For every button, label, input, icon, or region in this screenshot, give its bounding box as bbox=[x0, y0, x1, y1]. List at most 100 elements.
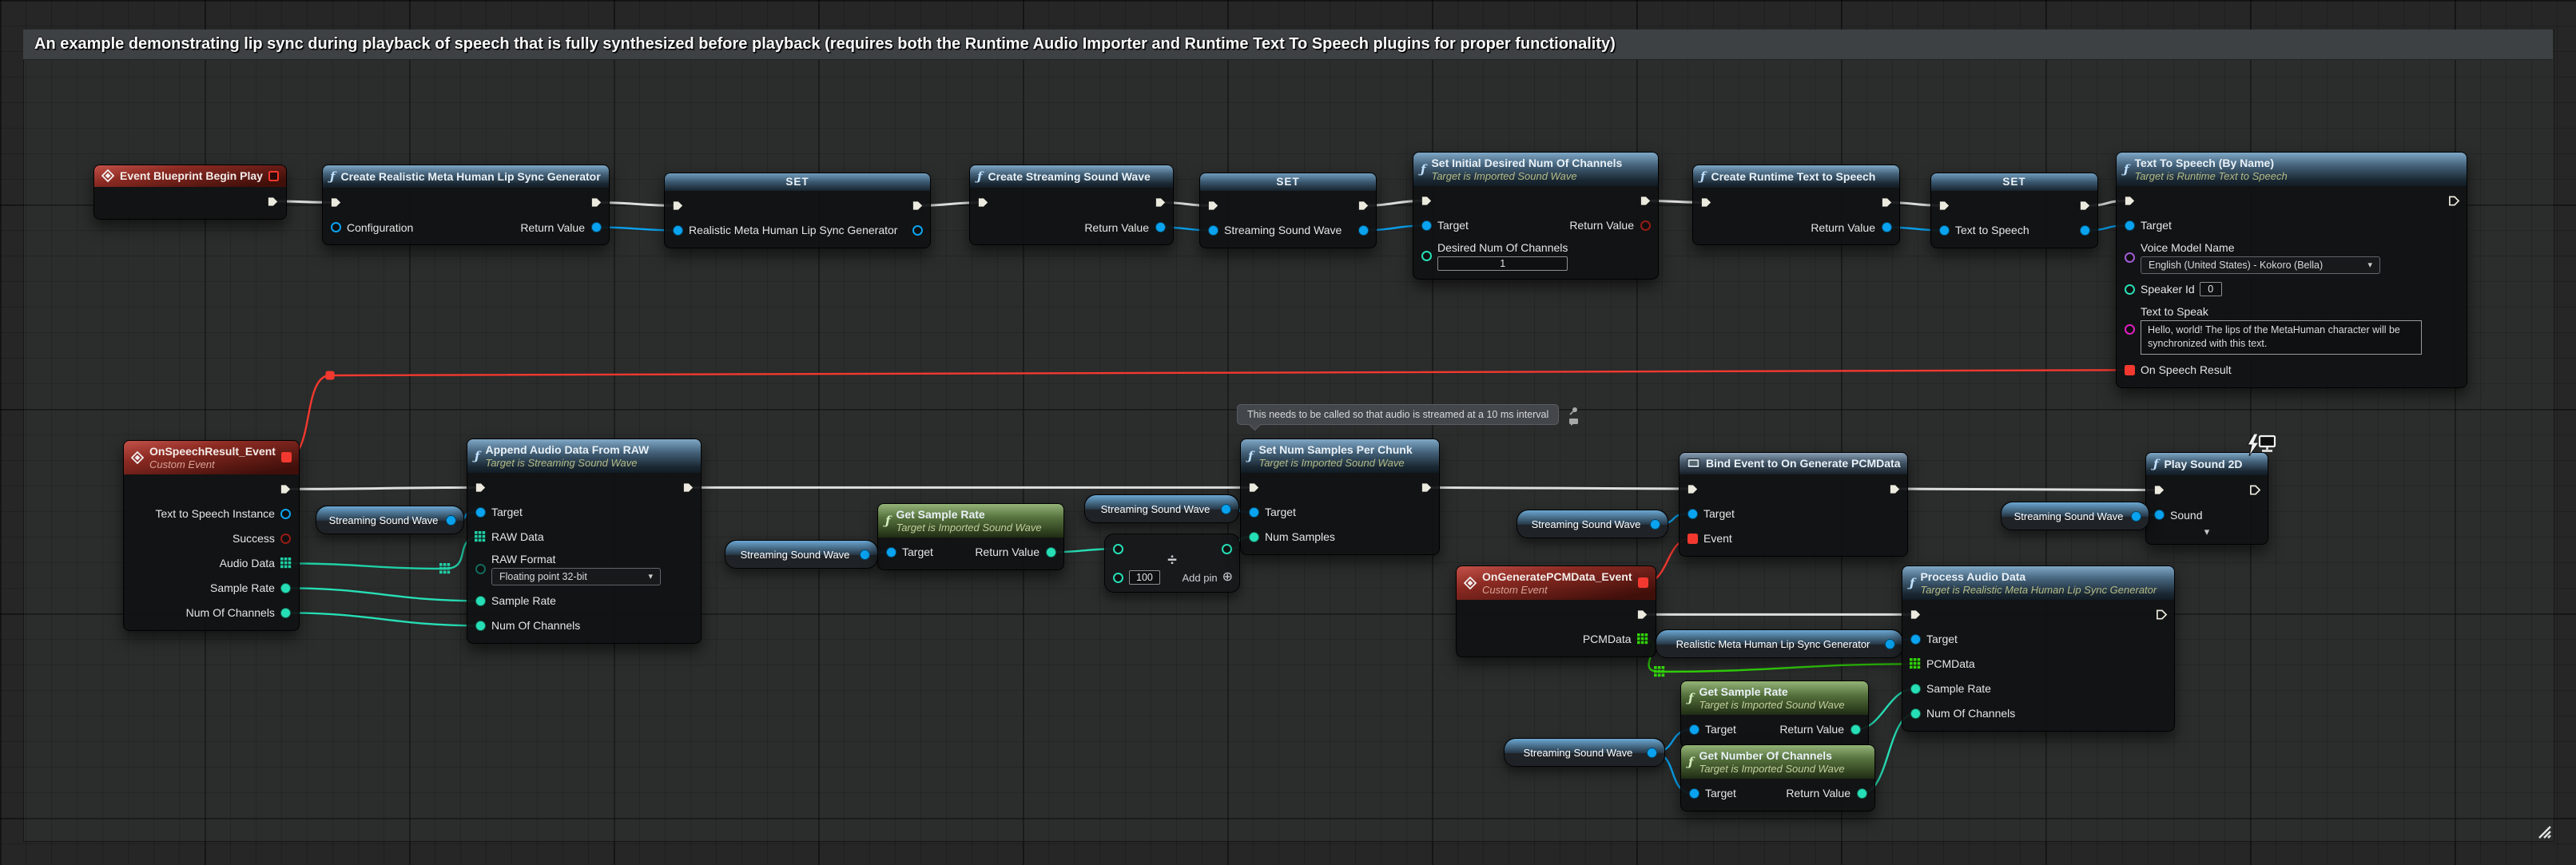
pin-out[interactable] bbox=[1645, 746, 1658, 759]
node-header[interactable]: SET bbox=[1200, 173, 1376, 191]
pin-onspeechresult[interactable] bbox=[2123, 363, 2136, 376]
node-create-streaming[interactable]: ƒCreate Streaming Sound WaveReturn Value bbox=[969, 165, 1174, 245]
pin-pcmdata[interactable] bbox=[1636, 633, 1649, 645]
variable-get-pill-ssw6[interactable]: Streaming Sound Wave bbox=[2001, 502, 2149, 530]
pin-in2[interactable] bbox=[1111, 571, 1124, 584]
node-header[interactable]: ƒText To Speech (By Name)Target is Runti… bbox=[2117, 153, 2467, 186]
pin-target[interactable] bbox=[1247, 506, 1260, 518]
pin-var[interactable] bbox=[1207, 224, 1219, 236]
pin-execin-exec[interactable] bbox=[976, 196, 989, 209]
node-gsr-bot[interactable]: ƒGet Sample RateTarget is Imported Sound… bbox=[1680, 680, 1869, 748]
variable-get-pill-ssw1[interactable]: Streaming Sound Wave bbox=[316, 506, 464, 534]
wire[interactable] bbox=[330, 370, 2129, 375]
expand-node-chevron-icon[interactable]: ▾ bbox=[2146, 525, 2268, 539]
pin-execout-exec[interactable] bbox=[1420, 481, 1433, 494]
pin-out[interactable] bbox=[1883, 637, 1896, 650]
node-header[interactable]: SET bbox=[665, 173, 930, 191]
pin-in1[interactable] bbox=[1111, 542, 1124, 555]
pin-execout-exec[interactable] bbox=[1888, 482, 1901, 495]
delegate-pin[interactable] bbox=[281, 452, 292, 462]
value-input[interactable]: 100 bbox=[1129, 570, 1160, 585]
pin-out[interactable] bbox=[1220, 542, 1233, 555]
pin-execout-exec[interactable] bbox=[2078, 199, 2091, 212]
pin-pcmdata[interactable] bbox=[1909, 657, 1922, 670]
node-process[interactable]: ƒProcess Audio DataTarget is Realistic M… bbox=[1902, 565, 2175, 732]
wire[interactable] bbox=[286, 563, 445, 569]
pin-texttospeak[interactable] bbox=[2123, 323, 2136, 336]
node-header[interactable]: ƒGet Sample RateTarget is Imported Sound… bbox=[1681, 681, 1868, 715]
pin-numchannels[interactable] bbox=[280, 606, 292, 619]
node-header[interactable]: ƒProcess Audio DataTarget is Realistic M… bbox=[1902, 566, 2174, 600]
pin-event[interactable] bbox=[1686, 532, 1699, 545]
node-comment-bubble[interactable]: This needs to be called so that audio is… bbox=[1237, 404, 1559, 425]
reroute-reroute-red[interactable] bbox=[326, 371, 335, 380]
pin-target[interactable] bbox=[1420, 219, 1433, 232]
pin-execout-exec[interactable] bbox=[911, 199, 924, 212]
reroute-reroute-teal[interactable] bbox=[439, 563, 451, 574]
pin-execin-exec[interactable] bbox=[1699, 196, 1712, 209]
node-header[interactable]: Event Blueprint Begin Play bbox=[94, 165, 286, 187]
node-append[interactable]: ƒAppend Audio Data From RAWTarget is Str… bbox=[467, 438, 702, 644]
pin-execin-exec[interactable] bbox=[1420, 194, 1433, 207]
pin-var[interactable] bbox=[671, 224, 684, 236]
pin-rawformat[interactable] bbox=[474, 562, 487, 575]
pin-execin-exec[interactable] bbox=[2153, 484, 2165, 497]
value-input[interactable]: 1 bbox=[1437, 256, 1568, 271]
pin-voice[interactable] bbox=[2123, 251, 2136, 264]
pin-rv[interactable] bbox=[1849, 723, 1862, 736]
dropdown[interactable]: Floating point 32-bit▾ bbox=[491, 568, 661, 585]
node-create-tts[interactable]: ƒCreate Runtime Text to SpeechReturn Val… bbox=[1692, 165, 1900, 245]
pin-execin-exec[interactable] bbox=[671, 199, 684, 212]
pin-ttsinstance[interactable] bbox=[280, 507, 292, 520]
pin-out[interactable] bbox=[1648, 518, 1661, 530]
variable-get-pill-ssw5[interactable]: Streaming Sound Wave bbox=[1504, 738, 1665, 767]
blueprint-canvas[interactable]: An example demonstrating lip sync during… bbox=[0, 0, 2576, 865]
node-header[interactable]: ƒCreate Streaming Sound Wave bbox=[970, 165, 1173, 188]
pin-rv[interactable] bbox=[1880, 221, 1893, 234]
pin-execout-exec[interactable] bbox=[1154, 196, 1167, 209]
node-header[interactable]: ƒCreate Runtime Text to Speech bbox=[1693, 165, 1899, 188]
pin-execout-exec[interactable] bbox=[2155, 608, 2168, 621]
pin-target[interactable] bbox=[2123, 219, 2136, 232]
pin-target[interactable] bbox=[885, 546, 897, 558]
node-header[interactable]: ƒGet Number Of ChannelsTarget is Importe… bbox=[1681, 745, 1874, 779]
pin-execout-exec[interactable] bbox=[682, 481, 694, 494]
wire[interactable] bbox=[286, 487, 480, 489]
variable-get-pill-ssw3[interactable]: Streaming Sound Wave bbox=[1084, 494, 1239, 523]
pin-exec-exec[interactable] bbox=[1636, 608, 1649, 621]
node-gsr-mid[interactable]: ƒGet Sample RateTarget is Imported Sound… bbox=[877, 503, 1064, 570]
node-header[interactable]: Bind Event to On Generate PCMData bbox=[1680, 453, 1907, 474]
add-pin-icon[interactable]: ⊕ bbox=[1222, 571, 1233, 584]
pin-out[interactable] bbox=[1219, 502, 1232, 515]
pin-rawdata[interactable] bbox=[474, 530, 487, 543]
pin-execin-exec[interactable] bbox=[474, 481, 487, 494]
pin-exec-exec[interactable] bbox=[280, 482, 292, 495]
node-header[interactable]: SET bbox=[1931, 173, 2097, 191]
node-set3[interactable]: SETText to Speech bbox=[1930, 173, 2098, 248]
variable-get-pill-rmh[interactable]: Realistic Meta Human Lip Sync Generator bbox=[1656, 629, 1903, 658]
pin-out[interactable] bbox=[858, 548, 871, 561]
wire[interactable] bbox=[286, 613, 480, 625]
node-set-initial[interactable]: ƒSet Initial Desired Num Of ChannelsTarg… bbox=[1413, 152, 1659, 280]
node-onspeech[interactable]: OnSpeechResult_EventCustom EventText to … bbox=[123, 440, 300, 631]
text-input[interactable]: Hello, world! The lips of the MetaHuman … bbox=[2141, 320, 2422, 355]
dropdown[interactable]: English (United States) - Kokoro (Bella)… bbox=[2141, 256, 2380, 274]
wire[interactable] bbox=[1426, 487, 1692, 489]
delegate-pin[interactable] bbox=[1638, 577, 1648, 588]
node-ongen[interactable]: OnGeneratePCMData_EventCustom EventPCMDa… bbox=[1456, 565, 1656, 657]
pin-bubble-icon[interactable] bbox=[1568, 406, 1579, 416]
pin-target[interactable] bbox=[1686, 507, 1699, 520]
pin-samplerate[interactable] bbox=[280, 581, 292, 594]
pin-out[interactable] bbox=[444, 514, 457, 526]
comment-bubble-icon[interactable] bbox=[1568, 418, 1579, 427]
pin-var[interactable] bbox=[1938, 224, 1950, 236]
node-beginplay[interactable]: Event Blueprint Begin Play bbox=[93, 165, 287, 220]
pin-execin-exec[interactable] bbox=[1686, 482, 1699, 495]
node-set1[interactable]: SETRealistic Meta Human Lip Sync Generat… bbox=[664, 173, 931, 248]
pin-target[interactable] bbox=[474, 506, 487, 518]
node-header[interactable]: ƒGet Sample RateTarget is Imported Sound… bbox=[878, 504, 1063, 538]
node-tts[interactable]: ƒText To Speech (By Name)Target is Runti… bbox=[2116, 152, 2467, 388]
pin-exec-exec[interactable] bbox=[267, 195, 280, 208]
pin-rv[interactable] bbox=[1855, 787, 1868, 800]
pin-execout-exec[interactable] bbox=[590, 196, 602, 209]
